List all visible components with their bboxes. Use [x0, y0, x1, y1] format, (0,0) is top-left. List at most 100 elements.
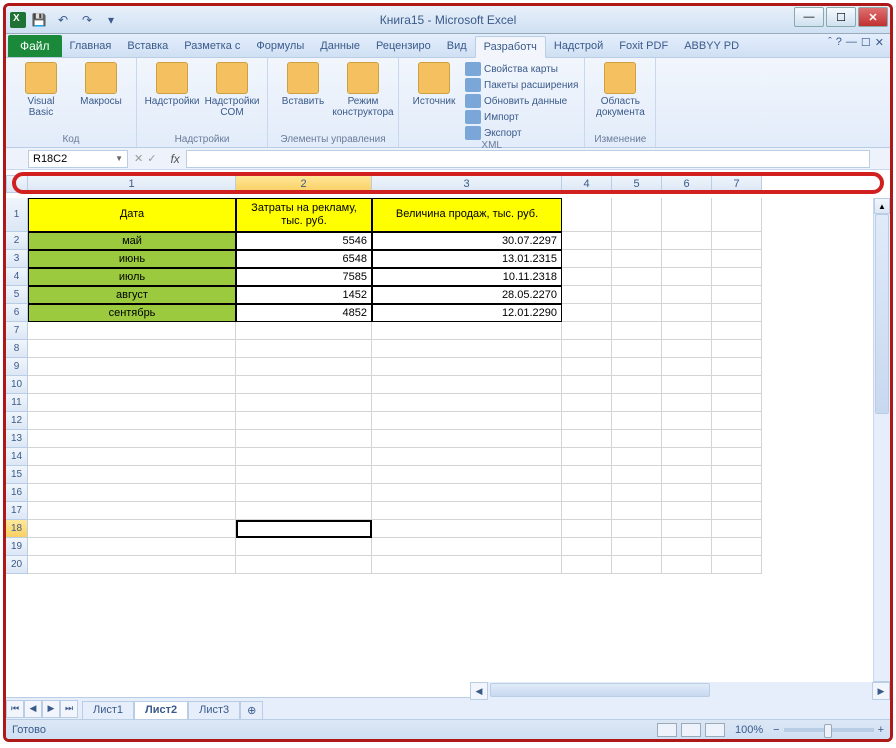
cell[interactable] — [372, 358, 562, 376]
cell[interactable] — [236, 412, 372, 430]
cell[interactable] — [562, 430, 612, 448]
row-header-10[interactable]: 10 — [6, 376, 28, 394]
cell[interactable] — [712, 198, 762, 232]
row-header-1[interactable]: 1 — [6, 198, 28, 232]
cell[interactable] — [712, 394, 762, 412]
cell[interactable] — [236, 322, 372, 340]
scroll-up-icon[interactable]: ▲ — [874, 198, 890, 214]
cell[interactable] — [612, 412, 662, 430]
cell[interactable] — [712, 448, 762, 466]
zoom-slider[interactable] — [784, 728, 874, 732]
cell[interactable] — [562, 198, 612, 232]
cell[interactable] — [562, 556, 612, 574]
row-header-11[interactable]: 11 — [6, 394, 28, 412]
cell[interactable] — [612, 286, 662, 304]
cell[interactable] — [236, 538, 372, 556]
cell[interactable] — [372, 448, 562, 466]
tab-вставка[interactable]: Вставка — [119, 35, 176, 57]
cell[interactable] — [612, 340, 662, 358]
view-page-break[interactable] — [705, 723, 725, 737]
cell[interactable] — [712, 466, 762, 484]
cancel-icon[interactable]: ✕ — [134, 152, 143, 165]
cell[interactable] — [372, 520, 562, 538]
row-header-14[interactable]: 14 — [6, 448, 28, 466]
cell[interactable] — [562, 448, 612, 466]
cell[interactable] — [28, 430, 236, 448]
tab-разметка с[interactable]: Разметка с — [176, 35, 248, 57]
horizontal-scrollbar[interactable]: ◀ ▶ — [470, 682, 890, 699]
tab-вид[interactable]: Вид — [439, 35, 475, 57]
cell[interactable] — [28, 322, 236, 340]
cell[interactable] — [372, 412, 562, 430]
cell[interactable] — [612, 322, 662, 340]
cell[interactable] — [612, 502, 662, 520]
tab-разработч[interactable]: Разработч — [475, 36, 546, 58]
doc-close[interactable]: ✕ — [875, 36, 884, 49]
cell[interactable] — [612, 198, 662, 232]
row-header-19[interactable]: 19 — [6, 538, 28, 556]
ribbon-item[interactable]: Экспорт — [465, 126, 578, 140]
tab-формулы[interactable]: Формулы — [248, 35, 312, 57]
cell[interactable] — [562, 466, 612, 484]
row-header-5[interactable]: 5 — [6, 286, 28, 304]
cell[interactable] — [662, 430, 712, 448]
ribbon-item[interactable]: Свойства карты — [465, 62, 578, 76]
cell[interactable] — [662, 502, 712, 520]
cell[interactable] — [562, 394, 612, 412]
formula-input[interactable] — [186, 150, 870, 168]
doc-restore[interactable]: ☐ — [861, 36, 871, 49]
zoom-in[interactable]: + — [878, 724, 884, 736]
cell[interactable] — [712, 358, 762, 376]
macros-button[interactable]: Макросы — [72, 60, 130, 134]
cell[interactable] — [28, 448, 236, 466]
select-all-corner[interactable] — [6, 175, 28, 193]
row-header-12[interactable]: 12 — [6, 412, 28, 430]
addins-button[interactable]: Надстройки — [143, 60, 201, 134]
doc-panel-button[interactable]: Область документа — [591, 60, 649, 134]
row-header-16[interactable]: 16 — [6, 484, 28, 502]
tab-надстрой[interactable]: Надстрой — [546, 35, 611, 57]
cell[interactable]: Дата — [28, 198, 236, 232]
sheet-nav-next[interactable]: ▶ — [42, 700, 60, 718]
cell[interactable] — [236, 376, 372, 394]
cell[interactable] — [612, 520, 662, 538]
cell[interactable] — [236, 556, 372, 574]
cell[interactable] — [28, 394, 236, 412]
file-tab[interactable]: Файл — [8, 35, 62, 57]
cell[interactable] — [28, 538, 236, 556]
cell[interactable]: 5546 — [236, 232, 372, 250]
cell[interactable] — [662, 286, 712, 304]
visual-basic-button[interactable]: Visual Basic — [12, 60, 70, 134]
column-header-3[interactable]: 3 — [372, 175, 562, 193]
cell[interactable] — [372, 376, 562, 394]
column-header-7[interactable]: 7 — [712, 175, 762, 193]
column-header-4[interactable]: 4 — [562, 175, 612, 193]
cell[interactable]: 30.07.2297 — [372, 232, 562, 250]
cell[interactable] — [662, 358, 712, 376]
confirm-icon[interactable]: ✓ — [147, 152, 156, 165]
com-addins-button[interactable]: Надстройки COM — [203, 60, 261, 134]
cell[interactable]: 1452 — [236, 286, 372, 304]
cell[interactable] — [28, 412, 236, 430]
cell[interactable] — [712, 304, 762, 322]
cell[interactable]: сентябрь — [28, 304, 236, 322]
cell[interactable]: 10.11.2318 — [372, 268, 562, 286]
cell[interactable] — [612, 376, 662, 394]
cell[interactable] — [712, 538, 762, 556]
row-header-17[interactable]: 17 — [6, 502, 28, 520]
cell[interactable] — [612, 466, 662, 484]
cell[interactable] — [562, 412, 612, 430]
row-header-3[interactable]: 3 — [6, 250, 28, 268]
cell[interactable] — [712, 286, 762, 304]
cell[interactable] — [562, 250, 612, 268]
ribbon-item[interactable]: Импорт — [465, 110, 578, 124]
cell[interactable] — [28, 484, 236, 502]
insert-button[interactable]: Вставить — [274, 60, 332, 134]
cell[interactable] — [236, 466, 372, 484]
tab-foxit pdf[interactable]: Foxit PDF — [611, 35, 676, 57]
row-header-15[interactable]: 15 — [6, 466, 28, 484]
row-header-4[interactable]: 4 — [6, 268, 28, 286]
scroll-thumb[interactable] — [875, 214, 889, 414]
cell[interactable] — [372, 502, 562, 520]
cell[interactable] — [612, 556, 662, 574]
